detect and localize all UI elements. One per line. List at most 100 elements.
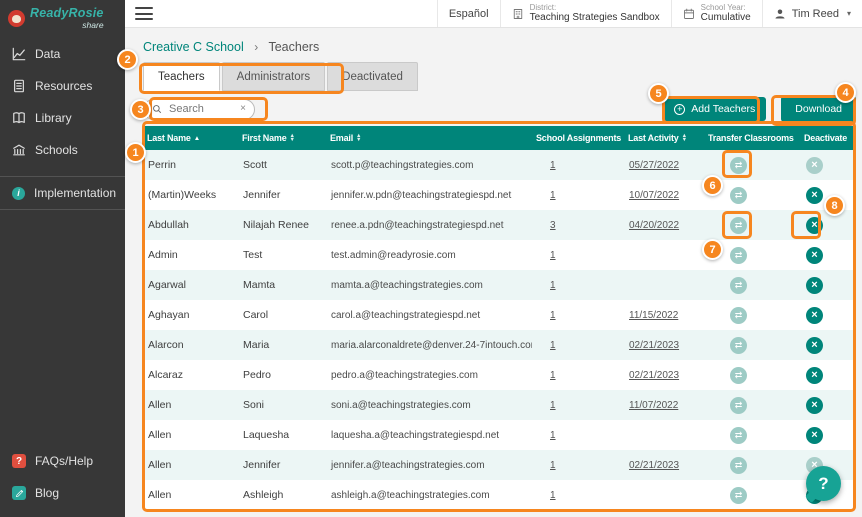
last-activity-link[interactable]: 04/20/2022 bbox=[629, 220, 679, 231]
last-activity-cell: 11/07/2022 bbox=[624, 390, 704, 420]
deactivate-button[interactable]: × bbox=[806, 336, 823, 354]
first-name-cell: Ashleigh bbox=[243, 489, 284, 501]
school-assignments-link[interactable]: 1 bbox=[550, 160, 556, 171]
school-assignments-link[interactable]: 1 bbox=[550, 250, 556, 261]
transfer-classrooms-button[interactable]: ⇄ bbox=[730, 216, 747, 234]
school-assignments-link[interactable]: 1 bbox=[550, 400, 556, 411]
sidebar-item-data[interactable]: Data bbox=[0, 38, 125, 70]
app-root: ReadyRosie share Data Resources Library … bbox=[0, 0, 862, 517]
deactivate-button[interactable]: × bbox=[806, 246, 823, 264]
transfer-classrooms-button[interactable]: ⇄ bbox=[730, 456, 747, 474]
help-button[interactable]: ? bbox=[806, 466, 841, 501]
email-cell: ashleigh.a@teachingstrategies.com bbox=[331, 489, 490, 501]
school-assignments-link[interactable]: 1 bbox=[550, 370, 556, 381]
info-icon: i bbox=[12, 186, 25, 200]
school-assignments-link[interactable]: 3 bbox=[550, 220, 556, 231]
sidebar-item-schools[interactable]: Schools bbox=[0, 134, 125, 166]
search-box[interactable]: × bbox=[143, 98, 255, 120]
column-label: Last Activity bbox=[628, 133, 679, 143]
deactivate-button[interactable]: × bbox=[806, 186, 823, 204]
district-label: District: bbox=[529, 3, 557, 13]
school-assignments-link[interactable]: 1 bbox=[550, 280, 556, 291]
transfer-classrooms-button[interactable]: ⇄ bbox=[730, 276, 747, 294]
breadcrumb-school-link[interactable]: Creative C School bbox=[143, 40, 244, 54]
deactivate-button[interactable]: × bbox=[806, 366, 823, 384]
last-activity-link[interactable]: 02/21/2023 bbox=[629, 460, 679, 471]
menu-icon[interactable] bbox=[135, 7, 153, 20]
school-assignments-link[interactable]: 1 bbox=[550, 430, 556, 441]
readyrosie-logo-icon bbox=[8, 9, 25, 27]
pencil-icon bbox=[12, 486, 26, 500]
last-activity-cell bbox=[624, 480, 704, 510]
transfer-classrooms-button[interactable]: ⇄ bbox=[730, 246, 747, 264]
tab-administrators[interactable]: Administrators bbox=[221, 62, 326, 91]
first-name-cell: Maria bbox=[243, 339, 270, 351]
chart-icon bbox=[12, 47, 26, 61]
deactivate-button[interactable]: × bbox=[806, 156, 823, 174]
add-teachers-button[interactable]: + Add Teachers bbox=[663, 97, 767, 121]
transfer-classrooms-button[interactable]: ⇄ bbox=[730, 336, 747, 354]
deactivate-button[interactable]: × bbox=[806, 216, 823, 234]
transfer-classrooms-button[interactable]: ⇄ bbox=[730, 486, 747, 504]
clear-search-icon[interactable]: × bbox=[240, 104, 246, 114]
column-label: Email bbox=[330, 133, 354, 143]
email-cell: pedro.a@teachingstrategies.com bbox=[331, 369, 478, 381]
sidebar-item-blog[interactable]: Blog bbox=[0, 477, 125, 509]
school-assignments-link[interactable]: 1 bbox=[550, 340, 556, 351]
transfer-classrooms-button[interactable]: ⇄ bbox=[730, 426, 747, 444]
column-header-last-name[interactable]: Last Name ▲ bbox=[143, 126, 238, 150]
transfer-classrooms-button[interactable]: ⇄ bbox=[730, 186, 747, 204]
column-header-last-activity[interactable]: Last Activity ▲ ▼ bbox=[624, 126, 704, 150]
column-header-email[interactable]: Email ▲ ▼ bbox=[326, 126, 532, 150]
sort-icon: ▲ ▼ bbox=[356, 133, 362, 143]
deactivate-button[interactable]: × bbox=[806, 426, 823, 444]
tab-bar: Teachers Administrators Deactivated bbox=[143, 62, 862, 91]
school-assignments-link[interactable]: 1 bbox=[550, 310, 556, 321]
transfer-classrooms-button[interactable]: ⇄ bbox=[730, 396, 747, 414]
sidebar-item-library[interactable]: Library bbox=[0, 102, 125, 134]
school-year-selector[interactable]: School Year: Cumulative bbox=[670, 0, 762, 27]
tab-deactivated[interactable]: Deactivated bbox=[327, 62, 418, 91]
deactivate-cell: × bbox=[800, 330, 856, 360]
teacher-row: Aghayan Carol carol.a@teachingstrategiespd… bbox=[143, 300, 856, 330]
tab-teachers[interactable]: Teachers bbox=[143, 62, 220, 91]
transfer-classrooms-button[interactable]: ⇄ bbox=[730, 366, 747, 384]
book-icon bbox=[12, 111, 26, 125]
school-assignments-link[interactable]: 1 bbox=[550, 490, 556, 501]
user-icon bbox=[774, 8, 786, 20]
last-activity-link[interactable]: 02/21/2023 bbox=[629, 370, 679, 381]
readyrosie-logo[interactable]: ReadyRosie share bbox=[0, 0, 125, 34]
sort-asc-icon: ▲ bbox=[193, 135, 200, 142]
transfer-classrooms-button[interactable]: ⇄ bbox=[730, 156, 747, 174]
search-input[interactable] bbox=[167, 102, 236, 116]
deactivate-button[interactable]: × bbox=[806, 276, 823, 294]
email-cell: test.admin@readyrosie.com bbox=[331, 249, 456, 261]
deactivate-button[interactable]: × bbox=[806, 306, 823, 324]
school-assignments-link[interactable]: 1 bbox=[550, 460, 556, 471]
last-activity-link[interactable]: 11/15/2022 bbox=[629, 310, 678, 321]
school-assignments-link[interactable]: 1 bbox=[550, 190, 556, 201]
breadcrumb-current: Teachers bbox=[268, 40, 320, 54]
last-name-cell: Alarcon bbox=[148, 339, 184, 351]
user-menu[interactable]: Tim Reed ▾ bbox=[761, 0, 862, 27]
school-assignments-cell: 1 bbox=[532, 330, 624, 360]
last-activity-link[interactable]: 05/27/2022 bbox=[629, 160, 679, 171]
last-activity-link[interactable]: 11/07/2022 bbox=[629, 400, 678, 411]
transfer-classrooms-cell: ⇄ bbox=[704, 420, 800, 450]
last-activity-link[interactable]: 10/07/2022 bbox=[629, 190, 679, 201]
sidebar-item-faqs-help[interactable]: ? FAQs/Help bbox=[0, 445, 125, 477]
column-header-first-name[interactable]: First Name ▲ ▼ bbox=[238, 126, 326, 150]
last-activity-link[interactable]: 02/21/2023 bbox=[629, 340, 679, 351]
deactivate-button[interactable]: × bbox=[806, 396, 823, 414]
school-assignments-cell: 1 bbox=[532, 390, 624, 420]
deactivate-cell: × bbox=[800, 240, 856, 270]
transfer-classrooms-cell: ⇄ bbox=[704, 240, 800, 270]
language-toggle[interactable]: Español bbox=[436, 0, 500, 27]
transfer-classrooms-cell: ⇄ bbox=[704, 480, 800, 510]
sidebar-item-resources[interactable]: Resources bbox=[0, 70, 125, 102]
sidebar-item-label: Blog bbox=[35, 486, 60, 500]
download-button[interactable]: Download bbox=[781, 96, 856, 122]
transfer-classrooms-button[interactable]: ⇄ bbox=[730, 306, 747, 324]
sidebar-item-implementation[interactable]: i Implementation bbox=[0, 176, 125, 210]
district-selector[interactable]: District: Teaching Strategies Sandbox bbox=[499, 0, 671, 27]
